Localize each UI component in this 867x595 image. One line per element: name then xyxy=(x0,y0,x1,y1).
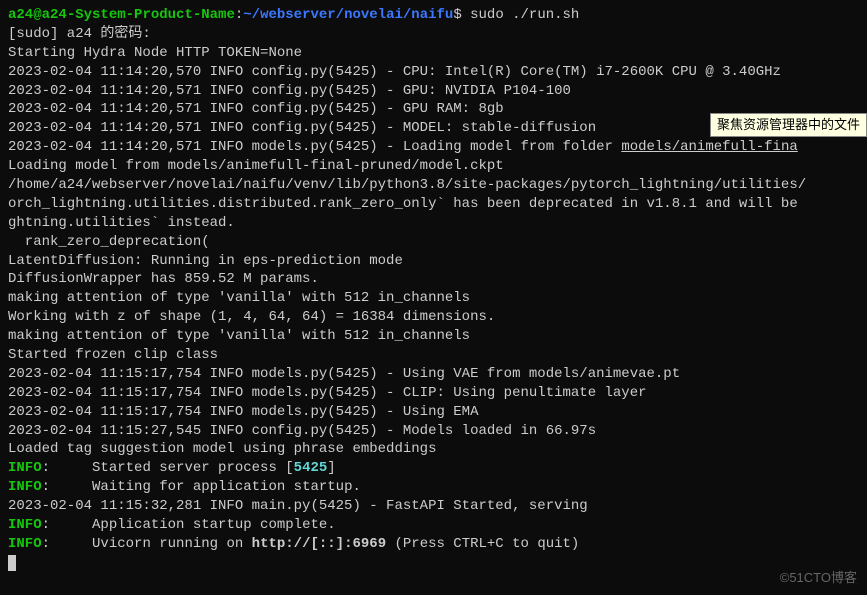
output-line: 2023-02-04 11:15:17,754 INFO models.py(5… xyxy=(8,384,859,403)
output-line: 2023-02-04 11:15:17,754 INFO models.py(5… xyxy=(8,403,859,422)
output-line: rank_zero_deprecation( xyxy=(8,233,859,252)
server-url: http://[::]:6969 xyxy=(252,536,386,552)
prompt-line: a24@a24-System-Product-Name:~/webserver/… xyxy=(8,6,859,25)
info-label: INFO xyxy=(8,536,42,552)
output-line: LatentDiffusion: Running in eps-predicti… xyxy=(8,252,859,271)
model-path-link[interactable]: models/animefull-fina xyxy=(621,139,797,155)
prompt-path: ~/webserver/novelai/naifu xyxy=(243,7,453,23)
output-line: Starting Hydra Node HTTP TOKEN=None xyxy=(8,44,859,63)
cursor-icon xyxy=(8,555,16,571)
info-label: INFO xyxy=(8,479,42,495)
output-line: INFO: Started server process [5425] xyxy=(8,459,859,478)
output-line: 2023-02-04 11:15:32,281 INFO main.py(542… xyxy=(8,497,859,516)
output-line: Loading model from models/animefull-fina… xyxy=(8,157,859,176)
output-line: 2023-02-04 11:15:27,545 INFO config.py(5… xyxy=(8,422,859,441)
output-line: 2023-02-04 11:14:20,571 INFO config.py(5… xyxy=(8,82,859,101)
output-line: DiffusionWrapper has 859.52 M params. xyxy=(8,270,859,289)
prompt-user: a24 xyxy=(8,7,33,23)
output-line: 2023-02-04 11:15:17,754 INFO models.py(5… xyxy=(8,365,859,384)
output-line: [sudo] a24 的密码: xyxy=(8,25,859,44)
output-line: /home/a24/webserver/novelai/naifu/venv/l… xyxy=(8,176,859,195)
tooltip: 聚焦资源管理器中的文件 xyxy=(710,113,867,137)
output-line: ghtning.utilities` instead. xyxy=(8,214,859,233)
output-line: orch_lightning.utilities.distributed.ran… xyxy=(8,195,859,214)
prompt-host: a24-System-Product-Name xyxy=(42,7,235,23)
output-line: 2023-02-04 11:14:20,571 INFO models.py(5… xyxy=(8,138,859,157)
output-line: INFO: Uvicorn running on http://[::]:696… xyxy=(8,535,859,554)
output-line: Started frozen clip class xyxy=(8,346,859,365)
info-label: INFO xyxy=(8,517,42,533)
output-line: making attention of type 'vanilla' with … xyxy=(8,289,859,308)
process-id: 5425 xyxy=(294,460,328,476)
watermark: ©51CTO博客 xyxy=(780,569,857,587)
output-line: Working with z of shape (1, 4, 64, 64) =… xyxy=(8,308,859,327)
info-label: INFO xyxy=(8,460,42,476)
output-line: INFO: Waiting for application startup. xyxy=(8,478,859,497)
cursor-line[interactable] xyxy=(8,554,859,573)
output-line: 2023-02-04 11:14:20,570 INFO config.py(5… xyxy=(8,63,859,82)
output-line: INFO: Application startup complete. xyxy=(8,516,859,535)
output-line: making attention of type 'vanilla' with … xyxy=(8,327,859,346)
output-line: Loaded tag suggestion model using phrase… xyxy=(8,440,859,459)
command-text[interactable]: sudo ./run.sh xyxy=(462,7,580,23)
